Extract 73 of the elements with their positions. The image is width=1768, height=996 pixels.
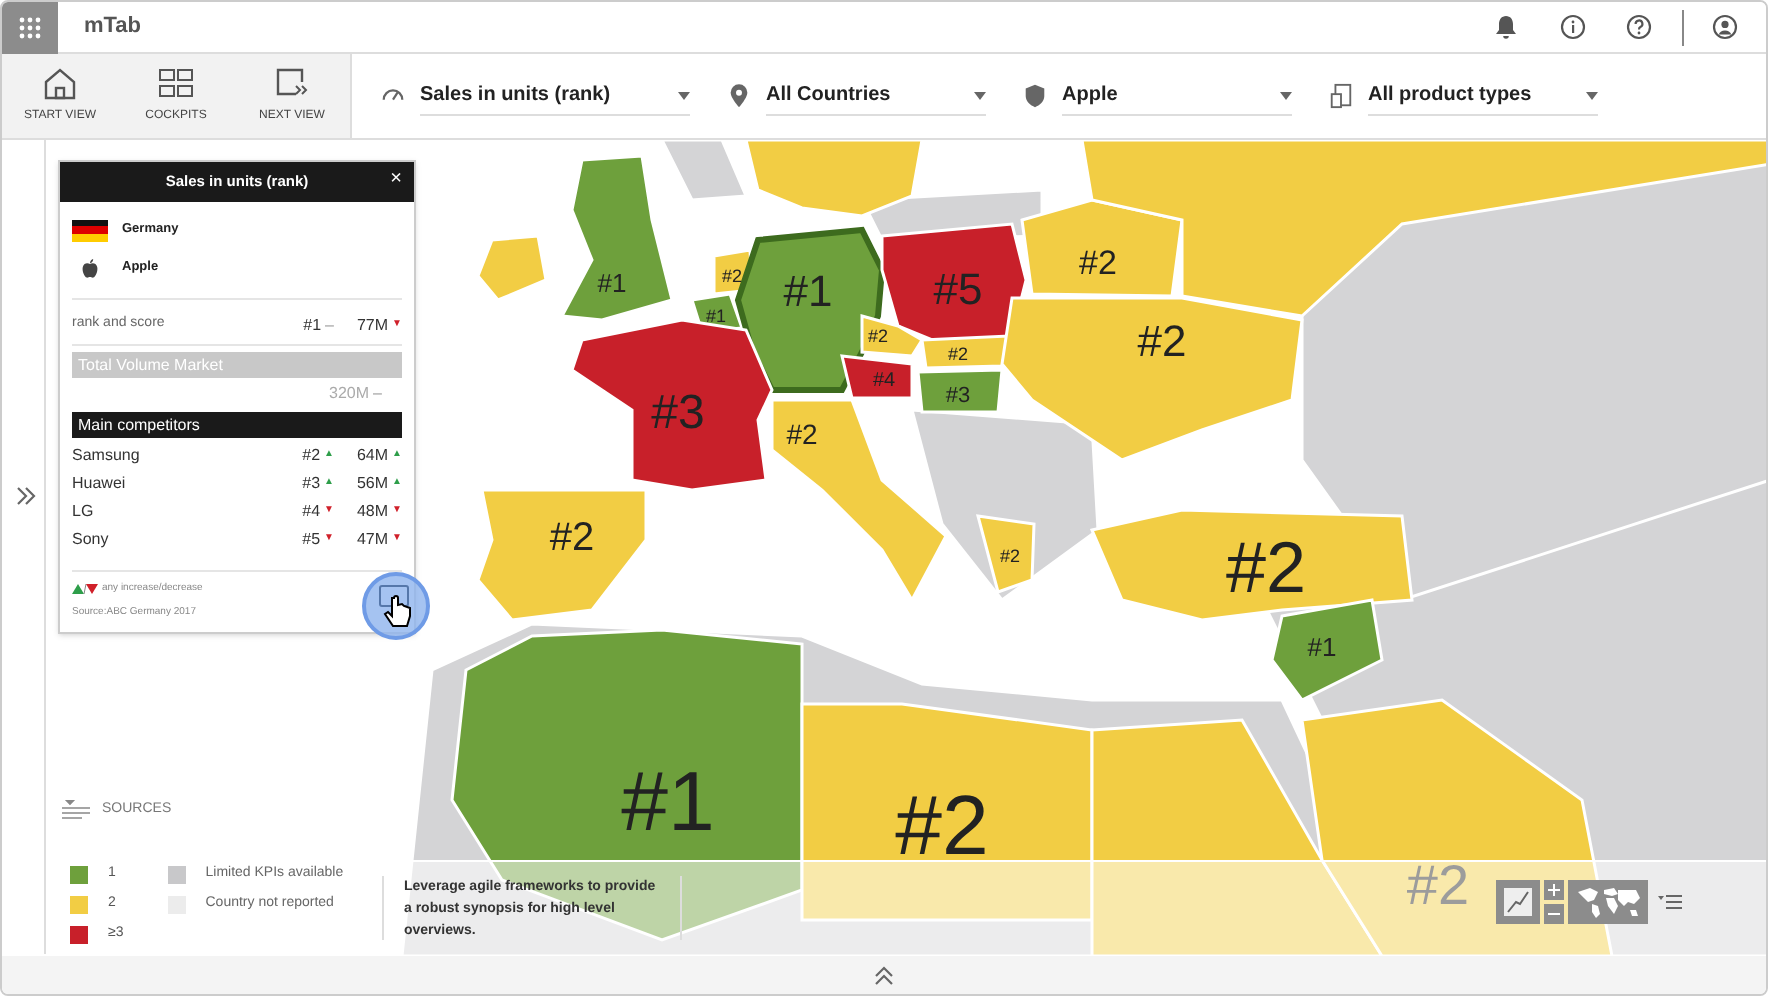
- rank-label: #2: [1000, 546, 1020, 566]
- rank-value: #3: [302, 472, 321, 496]
- trend-marker: –: [325, 313, 334, 337]
- score-value: 77M: [356, 313, 389, 337]
- trend-marker: –: [373, 382, 382, 406]
- rank-label: #2: [1225, 526, 1307, 608]
- rank-label: #2: [948, 344, 968, 364]
- rank-label: #2: [868, 326, 888, 346]
- rank-label: #3: [651, 386, 705, 440]
- rank-label: #5: [933, 264, 983, 314]
- rank-label: #2: [549, 516, 595, 560]
- rank-label: #2: [722, 266, 742, 286]
- zoom-in-button[interactable]: [1544, 880, 1564, 900]
- caret-icon: [678, 91, 690, 99]
- line-chart-icon: [1502, 886, 1534, 918]
- rank-label: #2: [786, 418, 818, 450]
- info-icon[interactable]: [1560, 14, 1586, 40]
- filter-dropdown[interactable]: Sales in units (rank): [420, 76, 690, 116]
- rank-label: #1: [1307, 632, 1337, 662]
- expand-icon[interactable]: [16, 486, 36, 506]
- rank-label: #1: [597, 268, 627, 298]
- grid-icon: [158, 66, 194, 100]
- shield-icon: [1022, 82, 1048, 110]
- world-map-icon: [1574, 886, 1642, 918]
- rank-label: #1: [706, 306, 726, 326]
- app-title: mTab: [84, 12, 142, 43]
- notifications-icon[interactable]: [1494, 14, 1518, 40]
- home-icon: [42, 66, 78, 100]
- rank-label: #2: [1137, 316, 1187, 366]
- rank-label: #2: [1079, 244, 1117, 282]
- rank-label: #1: [783, 266, 833, 316]
- row-label: Samsung: [72, 444, 142, 468]
- zoom-out-button[interactable]: [1544, 904, 1564, 924]
- flag-icon: [72, 219, 108, 241]
- rank-value: #1: [303, 313, 322, 337]
- caret-icon: [1586, 91, 1598, 99]
- rank-label: #2: [895, 778, 989, 872]
- rank-label: #1: [621, 754, 715, 848]
- close-button[interactable]: ×: [390, 168, 402, 192]
- apps-menu-icon[interactable]: [2, 2, 58, 53]
- filter-dropdown[interactable]: Apple: [1062, 76, 1292, 116]
- row-label: Huawei: [72, 472, 128, 496]
- rank-value: #4: [302, 500, 321, 524]
- filter-dropdown[interactable]: All Countries: [766, 76, 986, 116]
- line-tool-button[interactable]: [1496, 880, 1540, 924]
- rank-value: #2: [302, 444, 321, 468]
- score-value: 48M: [356, 500, 389, 524]
- collapse-up-icon[interactable]: [874, 965, 894, 985]
- score-value: 56M: [356, 472, 389, 496]
- caret-icon: [974, 91, 986, 99]
- score-value: 47M: [356, 528, 389, 552]
- user-icon[interactable]: [1712, 14, 1738, 40]
- caret-icon: [1280, 91, 1292, 99]
- rank-label: #4: [872, 370, 896, 392]
- rank-value: #5: [302, 528, 321, 552]
- help-icon[interactable]: [1626, 14, 1652, 40]
- menu-icon[interactable]: [1658, 894, 1682, 910]
- competitors-header: Main competitors: [72, 412, 402, 438]
- total-volume-value: 320M: [329, 382, 370, 406]
- world-map-button[interactable]: [1568, 880, 1648, 924]
- sources-icon[interactable]: [62, 800, 90, 821]
- product-icon: [1328, 82, 1354, 110]
- rank-label: #2: [1406, 854, 1470, 916]
- minus-icon: [1548, 908, 1560, 920]
- row-label: LG: [72, 500, 96, 524]
- rank-label: #3: [945, 384, 971, 408]
- plus-icon: [1548, 884, 1560, 896]
- row-label: Sony: [72, 528, 111, 552]
- filter-dropdown[interactable]: All product types: [1368, 76, 1598, 116]
- increase-decrease-icon: [72, 584, 98, 595]
- location-pin-icon: [726, 82, 752, 110]
- score-value: 64M: [356, 444, 389, 468]
- next-view-icon: [274, 66, 310, 100]
